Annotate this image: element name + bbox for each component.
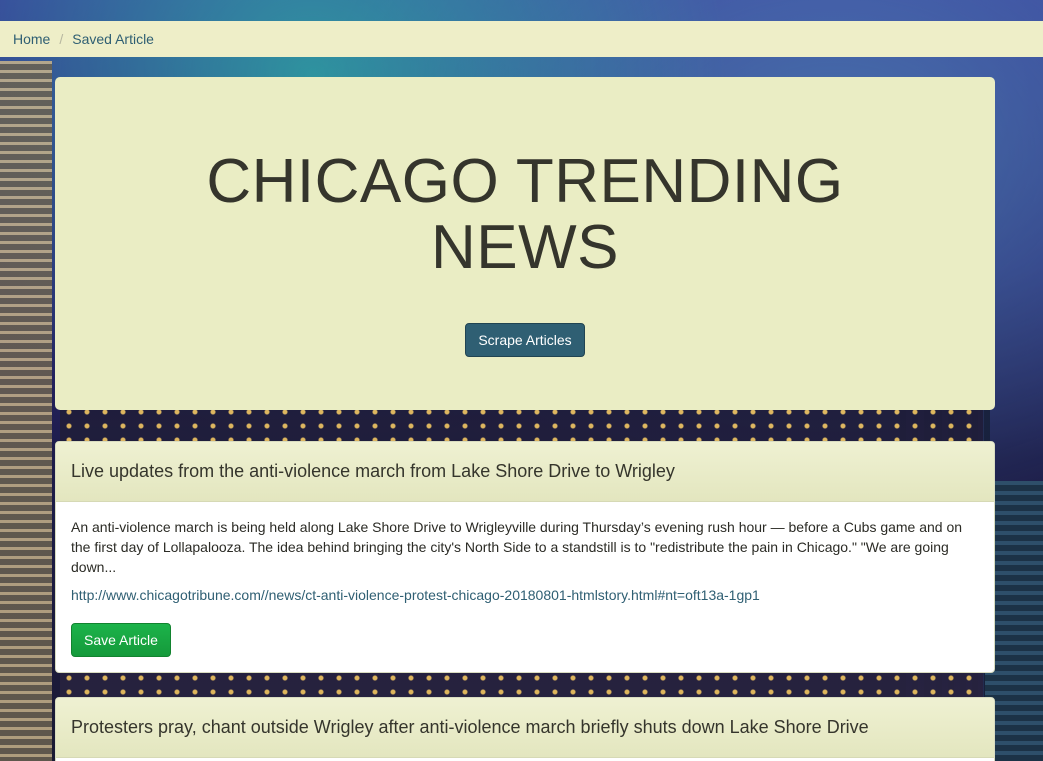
article-heading: Live updates from the anti-violence marc… (56, 442, 994, 502)
article-body: An anti-violence march is being held alo… (56, 502, 994, 672)
breadcrumb-saved-article-link[interactable]: Saved Article (72, 31, 154, 47)
jumbotron: CHICAGO TRENDING NEWS Scrape Articles (55, 77, 995, 410)
scrape-articles-button[interactable]: Scrape Articles (465, 323, 585, 357)
breadcrumb-separator: / (59, 31, 64, 47)
article-panel: Protesters pray, chant outside Wrigley a… (55, 697, 995, 761)
article-headline: Protesters pray, chant outside Wrigley a… (71, 717, 869, 737)
breadcrumb-home-link[interactable]: Home (13, 31, 50, 47)
article-headline: Live updates from the anti-violence marc… (71, 461, 675, 481)
background-building (0, 61, 52, 761)
article-heading: Protesters pray, chant outside Wrigley a… (56, 698, 994, 758)
article-panel: Live updates from the anti-violence marc… (55, 441, 995, 673)
article-summary: An anti-violence march is being held alo… (71, 519, 963, 575)
page-title: CHICAGO TRENDING NEWS (206, 147, 844, 282)
breadcrumb: Home / Saved Article (0, 21, 1043, 57)
save-article-button[interactable]: Save Article (71, 623, 171, 657)
article-link[interactable]: http://www.chicagotribune.com//news/ct-a… (71, 587, 979, 603)
